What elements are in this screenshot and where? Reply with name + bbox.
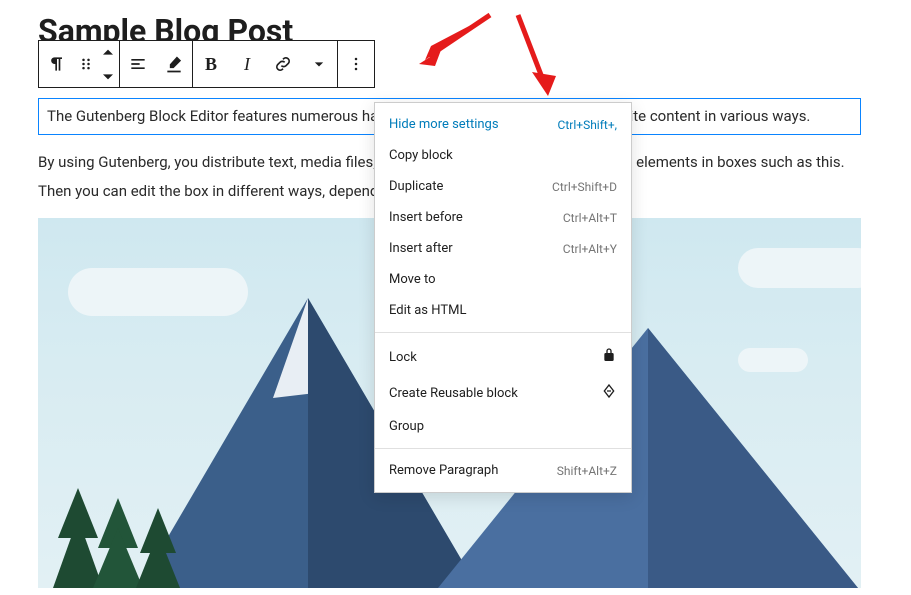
menu-item-remove-paragraph[interactable]: Remove Paragraph Shift+Alt+Z <box>375 455 631 486</box>
link-icon <box>273 54 293 74</box>
more-rich-text-button[interactable] <box>301 41 337 87</box>
italic-icon: I <box>244 54 250 75</box>
toolbar-group-options <box>338 41 374 87</box>
paragraph-icon <box>47 54 67 74</box>
menu-item-label: Copy block <box>389 148 453 163</box>
menu-item-insert-after[interactable]: Insert after Ctrl+Alt+Y <box>375 233 631 264</box>
drag-handle[interactable] <box>75 41 97 87</box>
menu-item-hide-more-settings[interactable]: Hide more settings Ctrl+Shift+, <box>375 109 631 140</box>
menu-item-label: Move to <box>389 272 436 287</box>
lock-icon <box>601 347 617 363</box>
menu-item-label: Insert before <box>389 210 463 225</box>
menu-item-lock[interactable]: Lock <box>375 339 631 375</box>
italic-button[interactable]: I <box>229 41 265 87</box>
chevron-down-icon <box>98 66 118 86</box>
move-down-button[interactable] <box>97 64 119 87</box>
menu-item-label: Duplicate <box>389 179 443 194</box>
highlighter-icon <box>164 54 184 74</box>
annotation-arrow-icon <box>415 10 495 70</box>
menu-item-shortcut: Ctrl+Alt+T <box>563 211 617 225</box>
menu-item-insert-before[interactable]: Insert before Ctrl+Alt+T <box>375 202 631 233</box>
menu-item-group[interactable]: Group <box>375 411 631 442</box>
chevron-down-icon <box>309 54 329 74</box>
cloud-icon <box>738 248 861 288</box>
menu-item-label: Insert after <box>389 241 453 256</box>
menu-item-label: Create Reusable block <box>389 386 518 401</box>
align-button[interactable] <box>120 41 156 87</box>
link-button[interactable] <box>265 41 301 87</box>
chevron-up-icon <box>98 43 118 63</box>
highlight-button[interactable] <box>156 41 192 87</box>
block-type-button[interactable] <box>39 41 75 87</box>
menu-item-label: Hide more settings <box>389 117 499 132</box>
menu-item-label: Group <box>389 419 424 434</box>
align-left-icon <box>128 54 148 74</box>
menu-item-edit-as-html[interactable]: Edit as HTML <box>375 295 631 326</box>
options-button[interactable] <box>338 41 374 87</box>
move-up-button[interactable] <box>97 41 119 64</box>
trees-icon <box>48 478 208 588</box>
toolbar-group-transform <box>39 41 120 87</box>
more-vertical-icon <box>346 54 366 74</box>
menu-item-shortcut: Ctrl+Shift+, <box>558 118 617 132</box>
bold-icon: B <box>205 54 217 75</box>
menu-section-2: Lock Create Reusable block Group <box>375 333 631 449</box>
menu-section-3: Remove Paragraph Shift+Alt+Z <box>375 449 631 492</box>
drag-icon <box>76 54 96 74</box>
menu-item-shortcut: Ctrl+Alt+Y <box>563 242 617 256</box>
bold-button[interactable]: B <box>193 41 229 87</box>
menu-item-duplicate[interactable]: Duplicate Ctrl+Shift+D <box>375 171 631 202</box>
block-toolbar: B I <box>38 40 375 88</box>
menu-item-label: Remove Paragraph <box>389 463 498 478</box>
menu-item-copy-block[interactable]: Copy block <box>375 140 631 171</box>
menu-item-shortcut: Shift+Alt+Z <box>557 464 617 478</box>
toolbar-group-align <box>120 41 193 87</box>
reusable-block-icon <box>601 383 617 399</box>
menu-item-create-reusable-block[interactable]: Create Reusable block <box>375 375 631 411</box>
menu-item-move-to[interactable]: Move to <box>375 264 631 295</box>
menu-section-1: Hide more settings Ctrl+Shift+, Copy block… <box>375 103 631 333</box>
menu-item-label: Lock <box>389 350 417 365</box>
options-dropdown-menu: Hide more settings Ctrl+Shift+, Copy block… <box>374 102 632 493</box>
annotation-arrow-icon <box>498 10 558 100</box>
menu-item-shortcut: Ctrl+Shift+D <box>552 180 617 194</box>
menu-item-label: Edit as HTML <box>389 303 466 318</box>
toolbar-group-format: B I <box>193 41 338 87</box>
